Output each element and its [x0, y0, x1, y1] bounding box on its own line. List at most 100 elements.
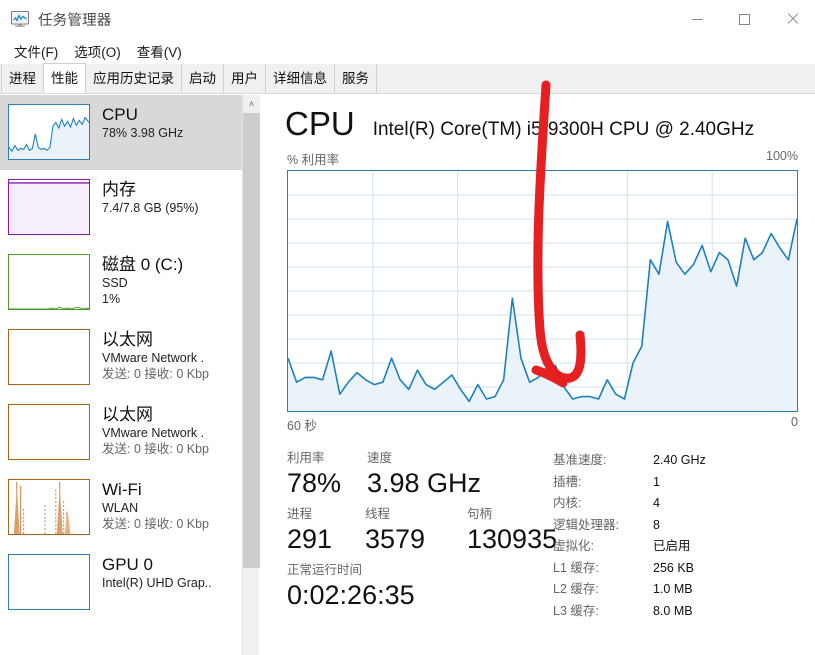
spec-cores: 内核: 4: [553, 493, 815, 515]
chart-y-max: 100%: [766, 149, 798, 163]
cpu-header: CPU Intel(R) Core(TM) i5-9300H CPU @ 2.4…: [260, 95, 815, 143]
cpu-chart-svg: [288, 171, 797, 411]
handles-label: 句柄: [467, 507, 493, 521]
sidebar-ethernet-2-title: 以太网: [102, 405, 153, 424]
menu-item-file[interactable]: 文件(F): [6, 39, 66, 63]
cpu-stats: 利用率 78% 速度 3.98 GHz 进程 291 线程 3579 句柄 13…: [260, 450, 815, 635]
sidebar-scrollbar[interactable]: ˄: [242, 95, 260, 655]
tab-details[interactable]: 详细信息: [265, 64, 335, 93]
title-bar: 任务管理器: [0, 0, 815, 38]
maximize-icon: [739, 13, 750, 25]
sidebar-ethernet-2-text: 以太网 VMware Network . 发送: 0 接收: 0 Kbp: [102, 404, 209, 457]
sidebar-disk-sub1: SSD: [102, 276, 128, 290]
spec-virtualization: 虚拟化: 已启用: [553, 536, 815, 558]
sidebar-memory-title: 内存: [102, 180, 136, 199]
spec-logical-processors-key: 逻辑处理器:: [553, 517, 619, 532]
close-icon: [786, 13, 798, 25]
spec-l1-cache: L1 缓存: 256 KB: [553, 558, 815, 580]
minimize-icon: [692, 18, 703, 20]
stat-utilization: 利用率 78%: [287, 450, 367, 500]
chart-top-axis: % 利用率 100%: [260, 143, 815, 170]
sidebar-wifi-sub1: WLAN: [102, 501, 139, 515]
sidebar-memory-text: 内存 7.4/7.8 GB (95%): [102, 179, 199, 216]
sidebar-ethernet-1-title: 以太网: [102, 330, 153, 349]
tab-users[interactable]: 用户: [223, 64, 266, 93]
handles-value: 130935: [467, 524, 558, 554]
speed-value: 3.98 GHz: [367, 468, 482, 498]
ethernet-2-thumbnail-chart: [8, 404, 90, 460]
stat-handles: 句柄 130935: [467, 506, 557, 556]
spec-virtualization-key: 虚拟化:: [553, 539, 594, 553]
window-title: 任务管理器: [38, 12, 112, 29]
utilization-label: 利用率: [287, 451, 325, 465]
spec-base-speed-key: 基准速度:: [553, 453, 607, 467]
sidebar-wifi-text: Wi-Fi WLAN 发送: 0 接收: 0 Kbp: [102, 479, 209, 532]
spec-l3-cache-value: 8.0 MB: [653, 603, 693, 618]
speed-label: 速度: [367, 451, 393, 465]
tab-app-history[interactable]: 应用历史记录: [85, 64, 182, 93]
menu-item-options[interactable]: 选项(O): [66, 39, 129, 63]
spec-cores-value: 4: [653, 496, 660, 510]
spec-base-speed: 基准速度: 2.40 GHz: [553, 450, 815, 472]
wifi-thumbnail-chart: [8, 479, 90, 535]
sidebar-disk-title: 磁盘 0 (C:): [102, 255, 184, 274]
sidebar-ethernet-2-sub1: VMware Network .: [102, 426, 205, 440]
sidebar-item-memory[interactable]: 内存 7.4/7.8 GB (95%): [0, 170, 242, 245]
spec-l3-cache: L3 缓存: 8.0 MB: [553, 601, 815, 623]
page-title: CPU: [285, 105, 355, 142]
spec-l2-cache: L2 缓存: 1.0 MB: [553, 579, 815, 601]
tab-services[interactable]: 服务: [334, 64, 377, 93]
memory-thumbnail-chart: [8, 179, 90, 235]
tab-processes[interactable]: 进程: [1, 64, 44, 93]
minimize-button[interactable]: [674, 0, 721, 38]
stat-speed: 速度 3.98 GHz: [367, 450, 481, 500]
resource-sidebar: CPU 78% 3.98 GHz 内存 7.4/7.8 GB (95%) 磁盘 …: [0, 95, 242, 655]
sidebar-disk-text: 磁盘 0 (C:) SSD 1%: [102, 254, 183, 307]
cpu-thumbnail-chart: [8, 104, 90, 160]
menu-item-view[interactable]: 查看(V): [129, 39, 190, 63]
sidebar-item-ethernet-2[interactable]: 以太网 VMware Network . 发送: 0 接收: 0 Kbp: [0, 395, 242, 470]
stat-processes: 进程 291: [287, 506, 365, 556]
disk-thumbnail-chart: [8, 254, 90, 310]
tab-performance[interactable]: 性能: [43, 63, 86, 93]
spec-l3-cache-key: L3 缓存:: [553, 603, 599, 618]
spec-l1-cache-key: L1 缓存:: [553, 560, 599, 575]
spec-sockets-value: 1: [653, 474, 660, 489]
sidebar-item-disk-0[interactable]: 磁盘 0 (C:) SSD 1%: [0, 245, 242, 320]
spec-l2-cache-value: 1.0 MB: [653, 582, 693, 596]
tab-strip: 进程 性能 应用历史记录 启动 用户 详细信息 服务: [0, 63, 815, 94]
sidebar-item-gpu-0[interactable]: GPU 0 Intel(R) UHD Grap..: [0, 545, 242, 620]
chart-y-label: % 利用率: [287, 153, 340, 167]
spec-l2-cache-key: L2 缓存:: [553, 582, 599, 596]
sidebar-memory-sub: 7.4/7.8 GB (95%): [102, 201, 199, 215]
spec-virtualization-value: 已启用: [653, 539, 691, 553]
gpu-thumbnail-chart: [8, 554, 90, 610]
sidebar-ethernet-1-text: 以太网 VMware Network . 发送: 0 接收: 0 Kbp: [102, 329, 209, 382]
tab-startup[interactable]: 启动: [181, 64, 224, 93]
cpu-spec-list: 基准速度: 2.40 GHz 插槽: 1 内核: 4 逻辑处理器: 8 虚拟化:: [553, 450, 815, 622]
sidebar-ethernet-1-sub2: 发送: 0 接收: 0 Kbp: [102, 367, 209, 381]
chart-bottom-axis: 60 秒 0: [260, 412, 815, 434]
sidebar-item-cpu[interactable]: CPU 78% 3.98 GHz: [0, 95, 242, 170]
sidebar-item-ethernet-1[interactable]: 以太网 VMware Network . 发送: 0 接收: 0 Kbp: [0, 320, 242, 395]
sidebar-gpu-sub1: Intel(R) UHD Grap..: [102, 576, 212, 590]
sidebar-disk-sub2: 1%: [102, 292, 121, 306]
scrollbar-thumb[interactable]: [243, 113, 260, 568]
spec-cores-key: 内核:: [553, 496, 582, 510]
processes-label: 进程: [287, 507, 313, 521]
sidebar-wifi-sub2: 发送: 0 接收: 0 Kbp: [102, 517, 209, 531]
spec-sockets-key: 插槽:: [553, 474, 582, 489]
utilization-value: 78%: [287, 468, 342, 498]
cpu-model-label: Intel(R) Core(TM) i5-9300H CPU @ 2.40GHz: [372, 119, 755, 140]
maximize-button[interactable]: [721, 0, 768, 38]
sidebar-item-wifi[interactable]: Wi-Fi WLAN 发送: 0 接收: 0 Kbp: [0, 470, 242, 545]
window-controls: [674, 0, 815, 38]
ethernet-1-thumbnail-chart: [8, 329, 90, 385]
scroll-up-arrow-icon[interactable]: ˄: [243, 95, 260, 113]
spec-base-speed-value: 2.40 GHz: [653, 453, 706, 467]
sidebar-cpu-sub: 78% 3.98 GHz: [102, 126, 184, 140]
sidebar-cpu-text: CPU 78% 3.98 GHz: [102, 104, 183, 141]
close-button[interactable]: [768, 0, 815, 38]
sidebar-ethernet-2-sub2: 发送: 0 接收: 0 Kbp: [102, 442, 209, 456]
sidebar-gpu-text: GPU 0 Intel(R) UHD Grap..: [102, 554, 212, 591]
